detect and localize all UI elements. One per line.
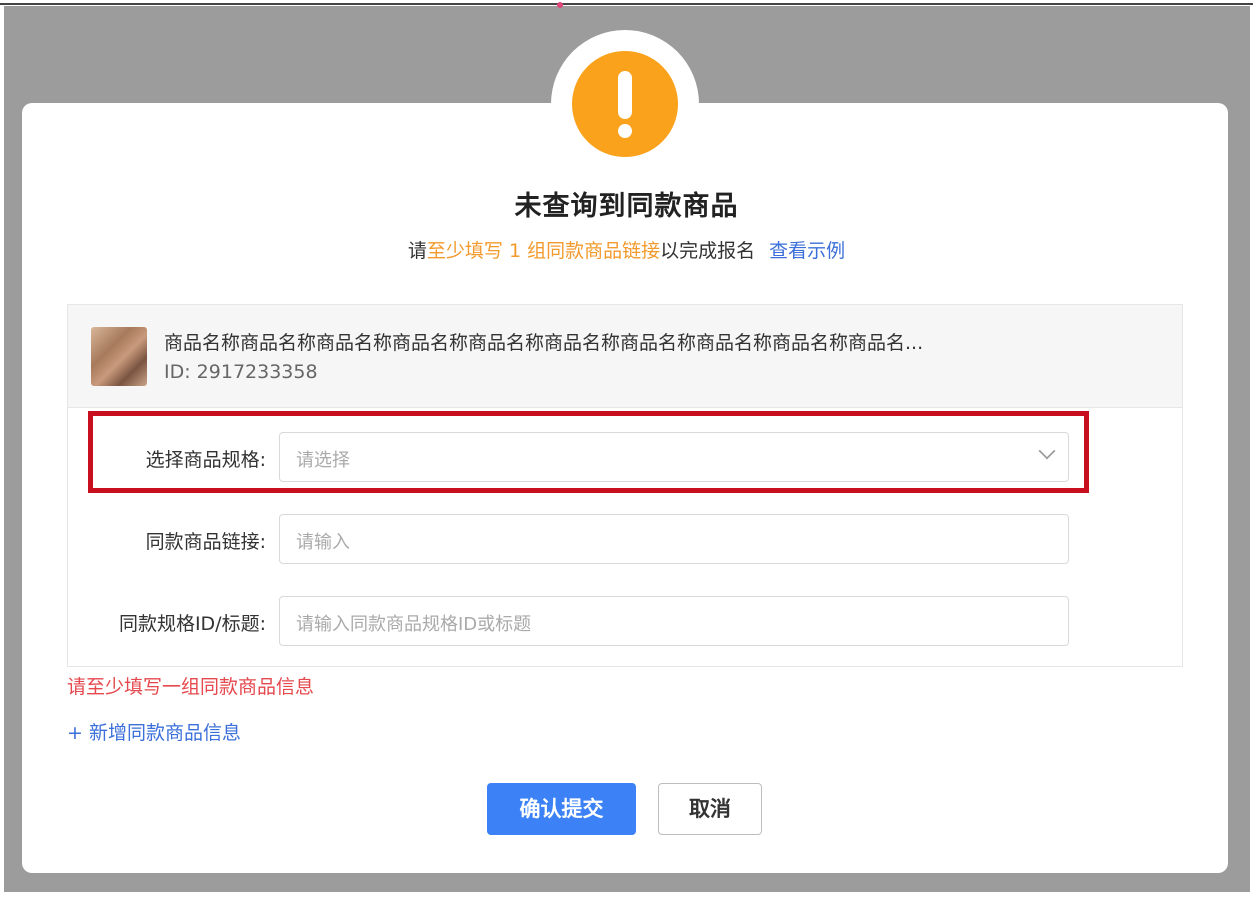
view-example-link[interactable]: 查看示例	[769, 240, 845, 262]
error-message: 请至少填写一组同款商品信息	[67, 676, 315, 698]
add-same-product-link[interactable]: + 新增同款商品信息	[67, 718, 241, 745]
subtitle-prefix: 请	[407, 240, 427, 262]
spec-id-input[interactable]: 请输入同款商品规格ID或标题	[279, 596, 1069, 646]
product-summary: 商品名称商品名称商品名称商品名称商品名称商品名称商品名称商品名称商品名称商品名.…	[68, 305, 1182, 408]
dialog-title: 未查询到同款商品	[514, 191, 739, 222]
product-name: 商品名称商品名称商品名称商品名称商品名称商品名称商品名称商品名称商品名称商品名.…	[164, 332, 924, 354]
product-thumbnail	[91, 327, 147, 386]
subtitle-suffix: 以完成报名	[660, 240, 756, 262]
dialog-subtitle: 请至少填写 1 组同款商品链接以完成报名 查看示例	[0, 236, 1253, 263]
cancel-button[interactable]: 取消	[658, 783, 762, 835]
spec-id-placeholder: 请输入同款商品规格ID或标题	[296, 614, 532, 635]
link-label: 同款商品链接:	[145, 531, 266, 553]
spec-highlight-box	[88, 411, 1089, 493]
top-divider	[0, 3, 1253, 5]
subtitle-highlight: 至少填写 1 组同款商品链接	[426, 240, 661, 262]
spec-id-label: 同款规格ID/标题:	[118, 613, 266, 635]
top-marker	[557, 2, 563, 8]
product-link-placeholder: 请输入	[296, 532, 350, 553]
product-link-input[interactable]: 请输入	[279, 514, 1069, 564]
warning-exclamation-icon	[572, 51, 678, 157]
confirm-submit-button[interactable]: 确认提交	[487, 783, 636, 835]
product-id: ID: 2917233358	[164, 361, 318, 383]
